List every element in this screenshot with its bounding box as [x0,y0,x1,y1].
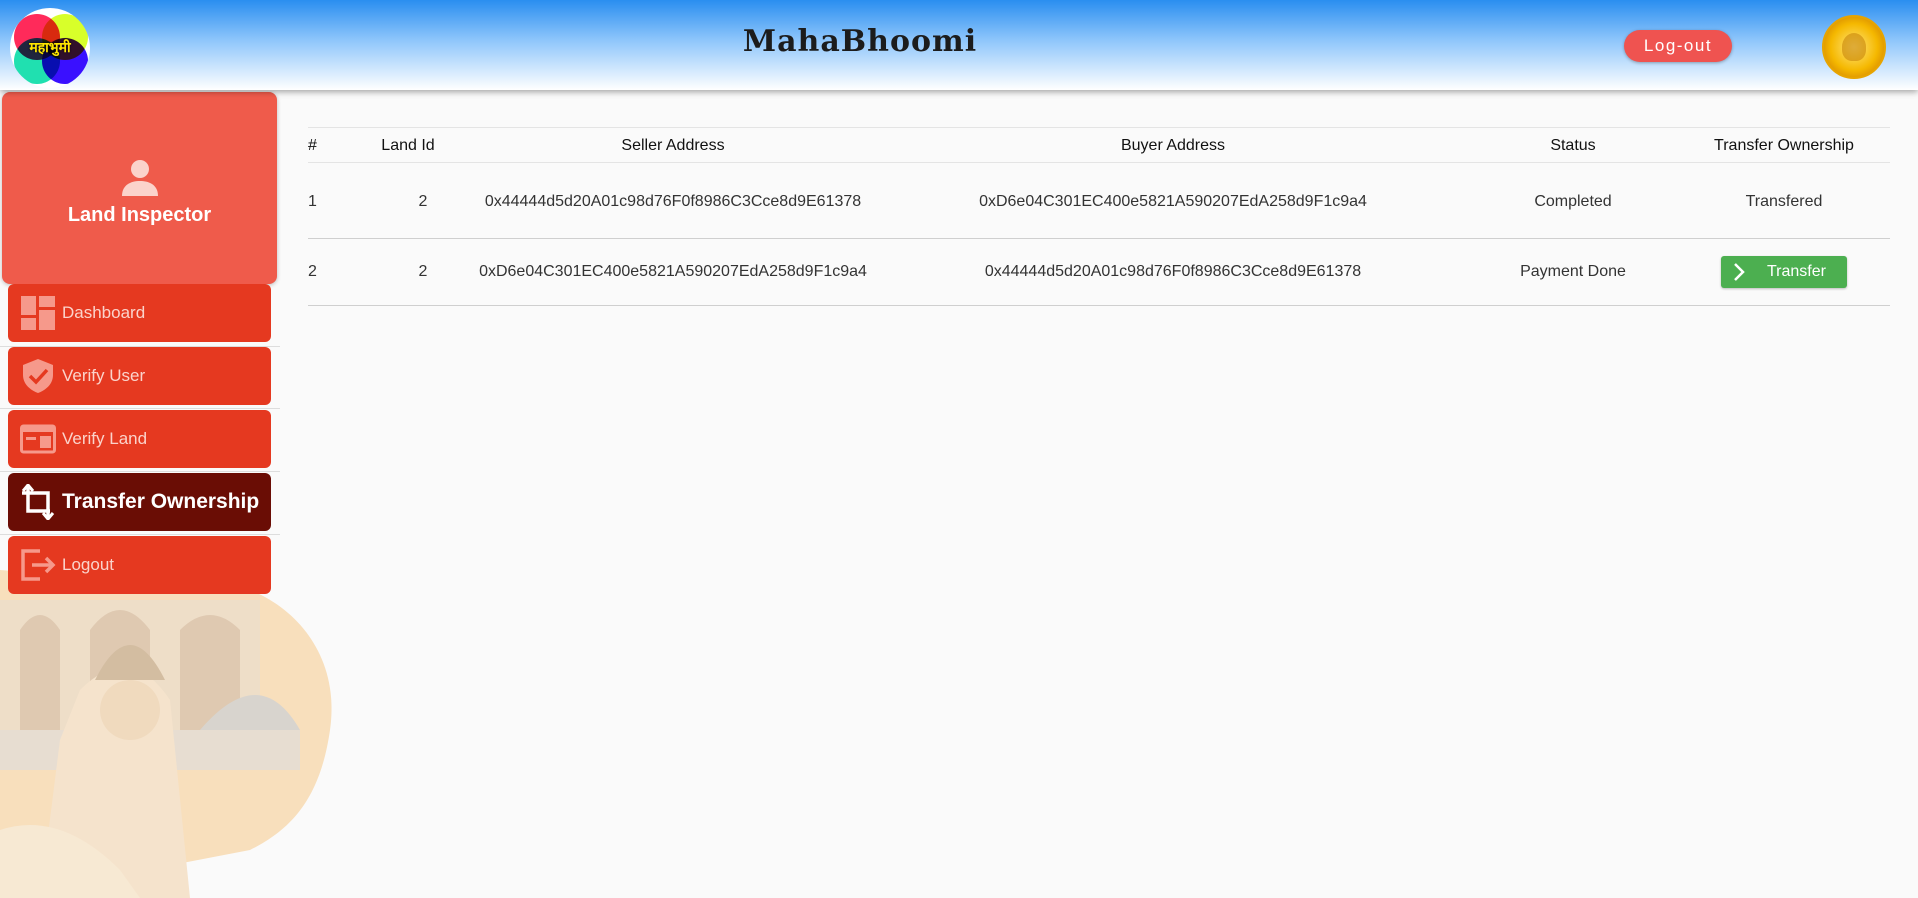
col-header-index: # [308,137,317,154]
land-icon [20,424,56,454]
header-logout-button[interactable]: Log-out [1624,30,1732,62]
chevron-right-icon [1734,263,1745,281]
sidebar-item-label: Dashboard [62,303,146,322]
cell-index: 1 [308,193,317,210]
sidebar-item-label: Verify Land [62,429,148,448]
cell-transfer-action: Transfer [1678,239,1890,305]
col-header-transfer-ownership: Transfer Ownership [1714,137,1854,154]
sidebar-item-dashboard[interactable]: Dashboard [8,284,271,342]
col-header-seller-address: Seller Address [621,137,725,154]
user-icon [122,160,158,196]
transfer-button[interactable]: Transfer [1721,256,1847,288]
cell-buyer-address: 0x44444d5d20A01c98d76F0f8986C3Cce8d9E613… [984,263,1362,280]
app-title: MahaBhoomi [742,24,978,59]
sidebar-item-label: Verify User [62,366,146,385]
profile-card: Land Inspector [2,92,277,284]
cell-status: Payment Done [1520,263,1626,280]
shield-check-icon [23,359,53,393]
dashboard-icon [21,296,55,330]
transfer-button-label: Transfer [1767,263,1826,280]
transfer-icon [21,484,55,520]
col-header-land-id: Land Id [381,137,435,154]
col-header-status: Status [1550,137,1596,154]
sidebar-item-label: Logout [62,555,114,574]
mahabhoomi-logo[interactable]: महाभुमी [10,8,90,88]
state-emblem-icon [1822,15,1886,79]
cell-seller-address: 0xD6e04C301EC400e5821A590207EdA258d9F1c9… [479,263,867,280]
cell-status: Completed [1534,193,1612,210]
cell-seller-address: 0x44444d5d20A01c98d76F0f8986C3Cce8d9E613… [484,193,862,210]
table-header-row: # Land Id Seller Address Buyer Address S… [308,127,1890,163]
table-row: 2 2 0xD6e04C301EC400e5821A590207EdA258d9… [308,238,1890,306]
col-header-buyer-address: Buyer Address [1120,137,1226,154]
sidebar-item-verify-user[interactable]: Verify User [8,347,271,405]
sidebar-item-logout[interactable]: Logout [8,536,271,594]
top-header: महाभुमी MahaBhoomi Log-out [0,0,1918,90]
profile-name: Land Inspector [67,204,212,226]
cell-transfer-status: Transfered [1745,193,1823,210]
sidebar-item-verify-land[interactable]: Verify Land [8,410,271,468]
logo-text: महाभुमी [29,40,71,56]
sidebar: Land Inspector Dashboard Verify User Ver… [0,90,280,898]
logout-icon [21,549,56,581]
sidebar-item-transfer-ownership[interactable]: Transfer Ownership [8,473,271,531]
table-row: 1 2 0x44444d5d20A01c98d76F0f8986C3Cce8d9… [308,162,1890,240]
sidebar-item-label: Transfer Ownership [62,490,260,513]
cell-index: 2 [308,263,317,280]
cell-buyer-address: 0xD6e04C301EC400e5821A590207EdA258d9F1c9… [979,193,1367,210]
